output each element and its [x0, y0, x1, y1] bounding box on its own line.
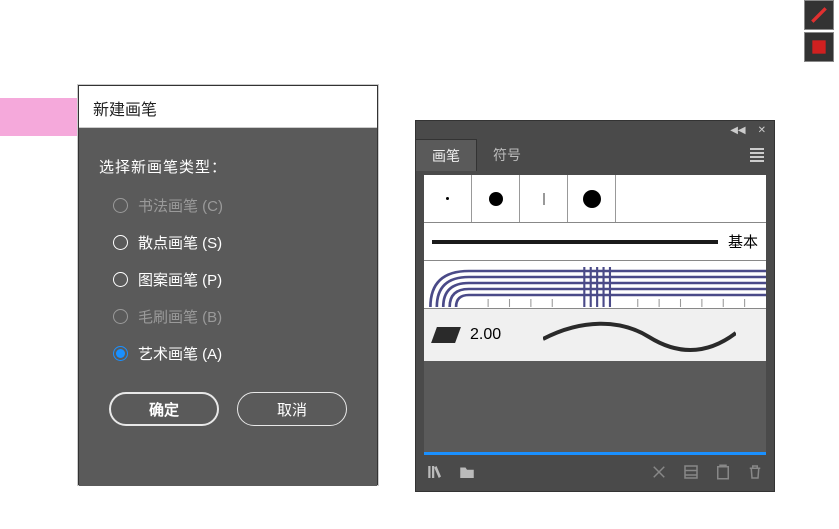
stroke-value: 2.00 [470, 326, 501, 344]
brush-list: 基本 [424, 175, 766, 455]
panel-menu-icon[interactable] [750, 148, 764, 162]
stroke-preview [543, 313, 756, 358]
remove-stroke-icon[interactable] [650, 463, 668, 486]
collapse-panel-icon[interactable]: ◀◀ [730, 125, 745, 136]
radio-icon [113, 346, 128, 361]
delete-brush-icon[interactable] [746, 463, 764, 486]
dialog-body: 选择新画笔类型： 书法画笔 (C) 散点画笔 (S) 图案画笔 (P) 毛刷画笔… [79, 128, 377, 486]
new-brush-icon[interactable] [714, 463, 732, 486]
brush-swatch-thin-line[interactable] [520, 175, 568, 222]
radio-icon [113, 309, 128, 324]
basic-stroke-preview [432, 240, 718, 244]
radio-icon [113, 198, 128, 213]
pink-selection-bar [0, 98, 78, 136]
ok-button[interactable]: 确定 [109, 392, 219, 426]
tool-eyedropper[interactable] [804, 0, 834, 30]
close-panel-icon[interactable]: ✕ [758, 125, 766, 136]
radio-calligraphic-brush: 书法画笔 (C) [99, 195, 357, 216]
radio-art-brush[interactable]: 艺术画笔 (A) [99, 343, 357, 364]
charcoal-icon [431, 327, 461, 343]
radio-label: 毛刷画笔 (B) [138, 306, 222, 327]
brush-type-prompt: 选择新画笔类型： [99, 156, 357, 177]
radio-scatter-brush[interactable]: 散点画笔 (S) [99, 232, 357, 253]
cancel-button[interactable]: 取消 [237, 392, 347, 426]
radio-icon [113, 235, 128, 250]
tool-strip [804, 0, 839, 62]
radio-label: 艺术画笔 (A) [138, 343, 222, 364]
libraries-folder-icon[interactable] [458, 463, 476, 486]
radio-label: 图案画笔 (P) [138, 269, 222, 290]
tab-brush[interactable]: 画笔 [416, 139, 477, 171]
tab-symbol[interactable]: 符号 [477, 139, 537, 171]
new-brush-dialog: 新建画笔 选择新画笔类型： 书法画笔 (C) 散点画笔 (S) 图案画笔 (P)… [78, 85, 378, 485]
radio-label: 散点画笔 (S) [138, 232, 222, 253]
stroke-options-icon[interactable] [682, 463, 700, 486]
brush-swatch-round-tiny[interactable] [424, 175, 472, 222]
brush-swatch-round-large[interactable] [568, 175, 616, 222]
radio-pattern-brush[interactable]: 图案画笔 (P) [99, 269, 357, 290]
tool-fill-color[interactable] [804, 32, 834, 62]
brush-swatch-round-medium[interactable] [472, 175, 520, 222]
brushes-panel: ◀◀ ✕ 画笔 符号 基本 [415, 120, 775, 492]
brush-charcoal[interactable]: 2.00 [424, 309, 766, 361]
brush-basic[interactable]: 基本 [424, 223, 766, 261]
brush-pattern[interactable] [424, 261, 766, 309]
dialog-title: 新建画笔 [79, 86, 377, 128]
brush-libraries-icon[interactable] [426, 463, 444, 486]
basic-label: 基本 [728, 231, 758, 252]
radio-icon [113, 272, 128, 287]
radio-label: 书法画笔 (C) [138, 195, 223, 216]
radio-bristle-brush: 毛刷画笔 (B) [99, 306, 357, 327]
